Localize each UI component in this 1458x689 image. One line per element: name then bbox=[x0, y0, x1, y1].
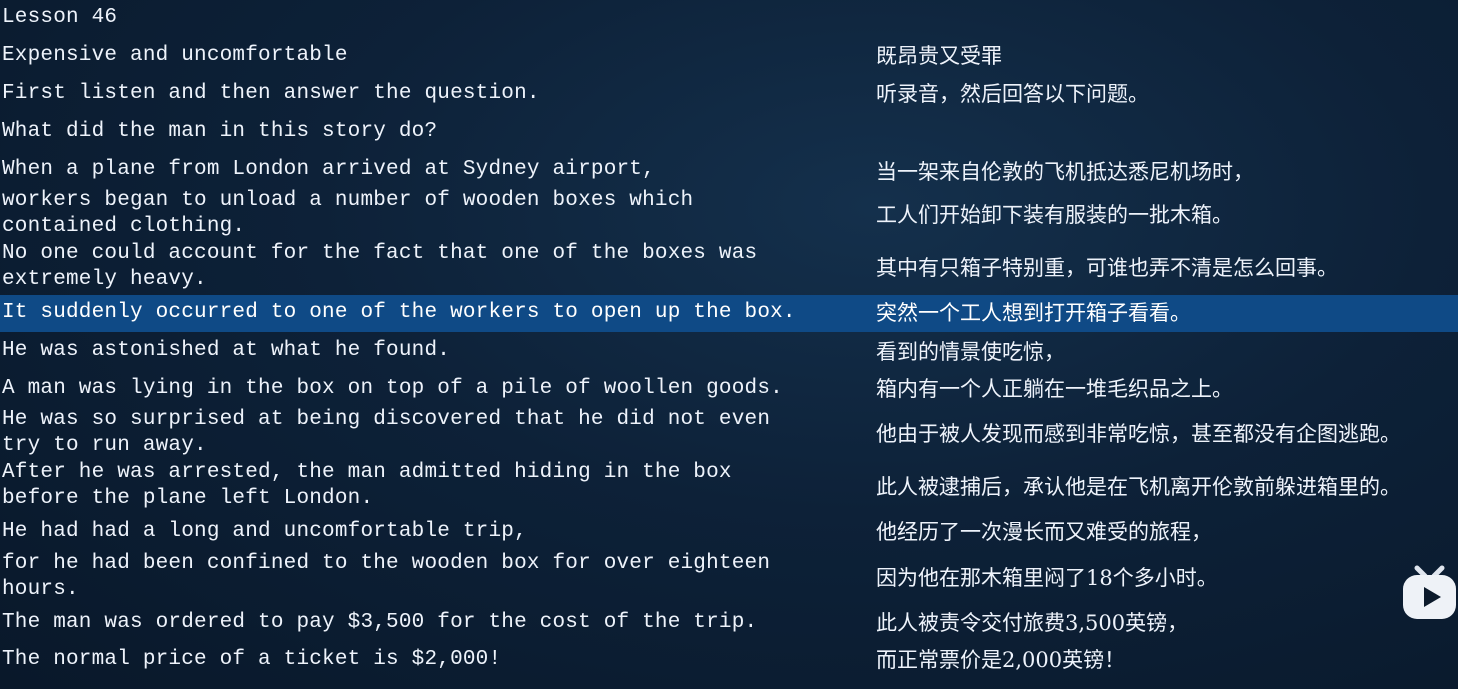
english-text: He was so surprised at being discovered … bbox=[2, 408, 771, 457]
english-text: He had had a long and uncomfortable trip… bbox=[2, 520, 527, 543]
chinese-text: 其中有只箱子特别重，可谁也弄不清是怎么回事。 bbox=[876, 256, 1338, 280]
chinese-text: 此人被逮捕后，承认他是在飞机离开伦敦前躲进箱里的。 bbox=[876, 475, 1401, 499]
chinese-text: 听录音，然后回答以下问题。 bbox=[876, 82, 1149, 106]
chinese-text: 既昂贵又受罪 bbox=[876, 44, 1002, 68]
english-text: A man was lying in the box on top of a p… bbox=[2, 377, 783, 400]
english-text: What did the man in this story do? bbox=[2, 120, 438, 143]
lesson-title: Lesson 46 bbox=[2, 6, 118, 29]
list-item[interactable]: When a plane from London arrived at Sydn… bbox=[0, 156, 1458, 184]
english-text: Expensive and uncomfortable bbox=[2, 44, 348, 67]
subtitle-list: Lesson 46 Expensive and uncomfortable 既昂… bbox=[0, 0, 1458, 689]
tv-play-logo-icon bbox=[1401, 556, 1458, 622]
english-text: workers began to unload a number of wood… bbox=[2, 189, 694, 238]
chinese-text: 看到的情景使吃惊， bbox=[876, 340, 1065, 364]
english-text: When a plane from London arrived at Sydn… bbox=[2, 158, 655, 181]
chinese-text: 因为他在那木箱里闷了18个多小时。 bbox=[876, 566, 1218, 590]
english-text: The man was ordered to pay $3,500 for th… bbox=[2, 611, 758, 634]
list-item[interactable]: After he was arrested, the man admitted … bbox=[0, 460, 1458, 512]
english-text: No one could account for the fact that o… bbox=[2, 242, 758, 291]
list-item-selected[interactable]: It suddenly occurred to one of the worke… bbox=[0, 295, 1458, 332]
english-text: The normal price of a ticket is $2,000! bbox=[2, 648, 502, 671]
english-text: He was astonished at what he found. bbox=[2, 339, 451, 362]
list-item[interactable]: A man was lying in the box on top of a p… bbox=[0, 375, 1458, 403]
list-item[interactable]: Expensive and uncomfortable 既昂贵又受罪 bbox=[0, 42, 1458, 70]
lesson-title-row: Lesson 46 bbox=[0, 4, 1458, 32]
list-item[interactable]: He had had a long and uncomfortable trip… bbox=[0, 518, 1458, 546]
chinese-text: 箱内有一个人正躺在一堆毛织品之上。 bbox=[876, 377, 1233, 401]
list-item[interactable]: He was astonished at what he found. 看到的情… bbox=[0, 337, 1458, 365]
list-item[interactable]: for he had been confined to the wooden b… bbox=[0, 551, 1458, 603]
list-item[interactable]: The normal price of a ticket is $2,000! … bbox=[0, 646, 1458, 674]
english-text: After he was arrested, the man admitted … bbox=[2, 461, 732, 510]
english-text: for he had been confined to the wooden b… bbox=[2, 552, 771, 601]
list-item[interactable]: What did the man in this story do? bbox=[0, 118, 1458, 146]
chinese-text: 他经历了一次漫长而又难受的旅程， bbox=[876, 520, 1212, 544]
list-item[interactable]: workers began to unload a number of wood… bbox=[0, 188, 1458, 240]
list-item[interactable]: No one could account for the fact that o… bbox=[0, 241, 1458, 293]
chinese-text: 此人被责令交付旅费3,500英镑， bbox=[876, 611, 1189, 635]
chinese-text: 突然一个工人想到打开箱子看看。 bbox=[876, 301, 1191, 325]
english-text: First listen and then answer the questio… bbox=[2, 82, 540, 105]
chinese-text: 他由于被人发现而感到非常吃惊，甚至都没有企图逃跑。 bbox=[876, 422, 1401, 446]
chinese-text: 当一架来自伦敦的飞机抵达悉尼机场时， bbox=[876, 160, 1254, 184]
list-item[interactable]: First listen and then answer the questio… bbox=[0, 80, 1458, 108]
chinese-text: 工人们开始卸下装有服装的一批木箱。 bbox=[876, 203, 1233, 227]
chinese-text: 而正常票价是2,000英镑！ bbox=[876, 648, 1126, 672]
list-item[interactable]: The man was ordered to pay $3,500 for th… bbox=[0, 609, 1458, 637]
english-text: It suddenly occurred to one of the worke… bbox=[2, 301, 796, 324]
list-item[interactable]: He was so surprised at being discovered … bbox=[0, 407, 1458, 459]
